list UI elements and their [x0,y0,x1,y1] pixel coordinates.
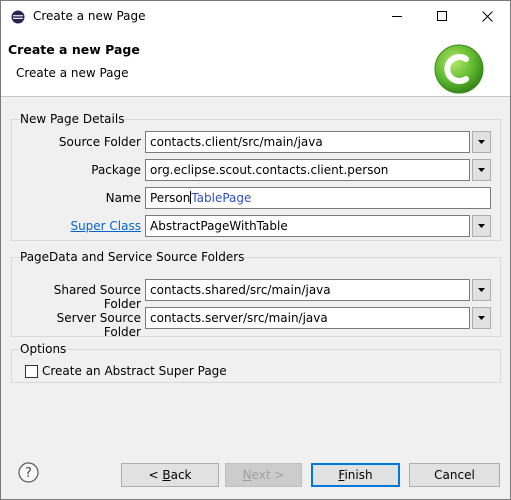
package-field[interactable]: org.eclipse.scout.contacts.client.person [145,159,470,181]
next-rest: ext > [251,468,285,482]
package-dropdown-button[interactable] [472,159,491,181]
name-typed-text: Person [150,191,191,205]
minimize-button[interactable] [375,1,420,32]
cancel-button[interactable]: Cancel [409,463,500,487]
chevron-down-icon [478,316,485,320]
back-rest: ack [170,468,192,482]
chevron-down-icon [478,140,485,144]
minimize-icon [392,16,402,17]
super-class-link[interactable]: Super Class [22,219,141,233]
abstract-super-page-label[interactable]: Create an Abstract Super Page [42,364,227,378]
chevron-down-icon [478,168,485,172]
finish-button[interactable]: Finish [311,463,400,487]
server-source-folder-dropdown-button[interactable] [472,307,491,329]
group-title-options: Options [20,342,67,356]
abstract-super-page-checkbox[interactable] [25,365,38,378]
new-page-details-group: New Page Details Source Folder contacts.… [11,112,501,241]
server-source-folder-field[interactable]: contacts.server/src/main/java [145,307,470,329]
group-title-details: New Page Details [20,112,125,126]
source-folder-field[interactable]: contacts.client/src/main/java [145,131,470,153]
close-button[interactable] [465,1,510,32]
back-mnemonic: B [162,468,171,482]
pagedata-source-folders-group: PageData and Service Source Folders Shar… [11,250,501,339]
title-bar: Create a new Page [1,1,510,32]
svg-text:?: ? [25,466,32,481]
banner-subtitle: Create a new Page [16,66,129,80]
dialog-window: Create a new Page Create a new Page Crea… [0,0,511,500]
shared-source-folder-dropdown-button[interactable] [472,279,491,301]
scout-logo-icon [434,44,484,94]
maximize-button[interactable] [420,1,465,32]
super-class-dropdown-button[interactable] [472,215,491,237]
name-label: Name [105,191,141,205]
name-suggestion-text: TablePage [191,191,252,205]
options-group: Options Create an Abstract Super Page [11,342,501,383]
shared-source-folder-field[interactable]: contacts.shared/src/main/java [145,279,470,301]
finish-rest: inish [344,468,373,482]
source-folder-label: Source Folder [58,135,141,149]
server-source-folder-label: Server Source Folder [56,311,141,339]
next-button[interactable]: Next > [225,463,302,487]
back-prefix: < [148,468,163,482]
chevron-down-icon [478,288,485,292]
banner-title: Create a new Page [8,42,140,57]
package-label: Package [91,163,141,177]
group-title-pagedata: PageData and Service Source Folders [20,250,245,264]
eclipse-app-icon [11,10,25,24]
super-class-field[interactable]: AbstractPageWithTable [145,215,470,237]
maximize-icon [437,11,447,21]
chevron-down-icon [478,224,485,228]
name-field[interactable]: PersonTablePage [145,187,491,209]
window-title: Create a new Page [33,9,146,23]
close-icon [482,11,493,22]
shared-source-folder-label: Shared Source Folder [53,283,141,311]
next-mnemonic: N [242,468,252,482]
wizard-banner: Create a new Page Create a new Page [1,32,510,97]
source-folder-dropdown-button[interactable] [472,131,491,153]
help-icon[interactable]: ? [18,462,39,483]
back-button[interactable]: < Back [121,463,219,487]
